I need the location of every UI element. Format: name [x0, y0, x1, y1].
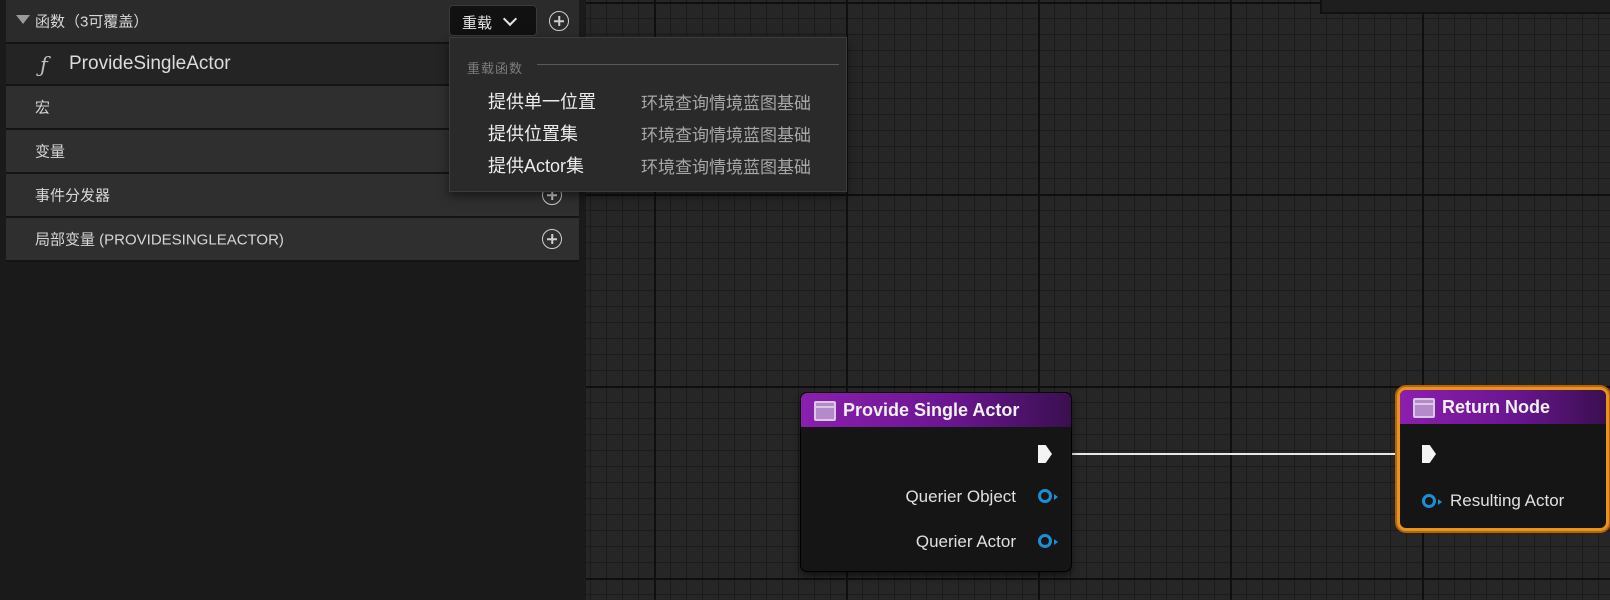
functions-section-label: 函数（3可覆盖）: [35, 13, 149, 31]
local-variables-section-header[interactable]: 局部变量 (PROVIDESINGLEACTOR): [6, 218, 579, 262]
menu-item-name: 提供位置集: [488, 124, 578, 144]
menu-item-name: 提供Actor集: [488, 156, 585, 176]
menu-item-category: 环境查询情境蓝图基础: [641, 94, 811, 113]
exec-wire[interactable]: [1055, 453, 1407, 455]
return-node[interactable]: Return Node Resulting Actor: [1400, 390, 1606, 528]
add-function-icon[interactable]: [549, 11, 569, 31]
resulting-actor-pin[interactable]: [1422, 494, 1442, 508]
querier-object-pin[interactable]: [1038, 489, 1058, 503]
override-function-button[interactable]: 重载: [449, 5, 537, 36]
menu-item-provide-actors-set[interactable]: 提供Actor集 环境查询情境蓝图基础: [450, 148, 846, 178]
menu-item-category: 环境查询情境蓝图基础: [641, 126, 811, 145]
menu-item-provide-single-location[interactable]: 提供单一位置 环境查询情境蓝图基础: [450, 84, 846, 114]
graph-overlay-panel: [1320, 0, 1610, 14]
menu-divider: [537, 64, 839, 65]
event-dispatchers-section-label: 事件分发器: [35, 187, 111, 205]
variables-section-label: 变量: [35, 143, 66, 161]
function-node-icon: [1413, 398, 1435, 418]
node-header[interactable]: Provide Single Actor: [801, 393, 1071, 427]
querier-actor-pin[interactable]: [1038, 534, 1058, 548]
menu-item-name: 提供单一位置: [488, 92, 596, 112]
exec-in-pin[interactable]: [1422, 445, 1436, 463]
collapse-arrow-icon[interactable]: [16, 15, 30, 24]
override-button-label: 重载: [462, 15, 493, 32]
node-header[interactable]: Return Node: [1400, 390, 1606, 424]
menu-item-provide-locations-set[interactable]: 提供位置集 环境查询情境蓝图基础: [450, 116, 846, 146]
chevron-down-icon: [502, 11, 518, 27]
pin-label-querier-actor: Querier Actor: [915, 532, 1016, 551]
local-variables-section-label: 局部变量 (PROVIDESINGLEACTOR): [35, 231, 284, 249]
macros-section-label: 宏: [35, 99, 51, 117]
pin-label-resulting-actor: Resulting Actor: [1450, 491, 1565, 510]
pin-label-querier-object: Querier Object: [905, 487, 1016, 506]
menu-section-title: 重载函数: [467, 61, 524, 76]
override-function-menu: 重载函数 提供单一位置 环境查询情境蓝图基础 提供位置集 环境查询情境蓝图基础 …: [449, 37, 847, 192]
function-item-label: ProvideSingleActor: [69, 53, 231, 74]
provide-single-actor-node[interactable]: Provide Single Actor Querier Object Quer…: [801, 393, 1071, 571]
function-node-icon: [814, 401, 836, 421]
node-title: Return Node: [1442, 397, 1550, 417]
node-title: Provide Single Actor: [843, 400, 1020, 420]
menu-item-category: 环境查询情境蓝图基础: [641, 158, 811, 177]
exec-out-pin[interactable]: [1038, 445, 1052, 463]
add-local-variable-icon[interactable]: [542, 229, 562, 249]
function-icon: ƒ: [40, 53, 48, 77]
